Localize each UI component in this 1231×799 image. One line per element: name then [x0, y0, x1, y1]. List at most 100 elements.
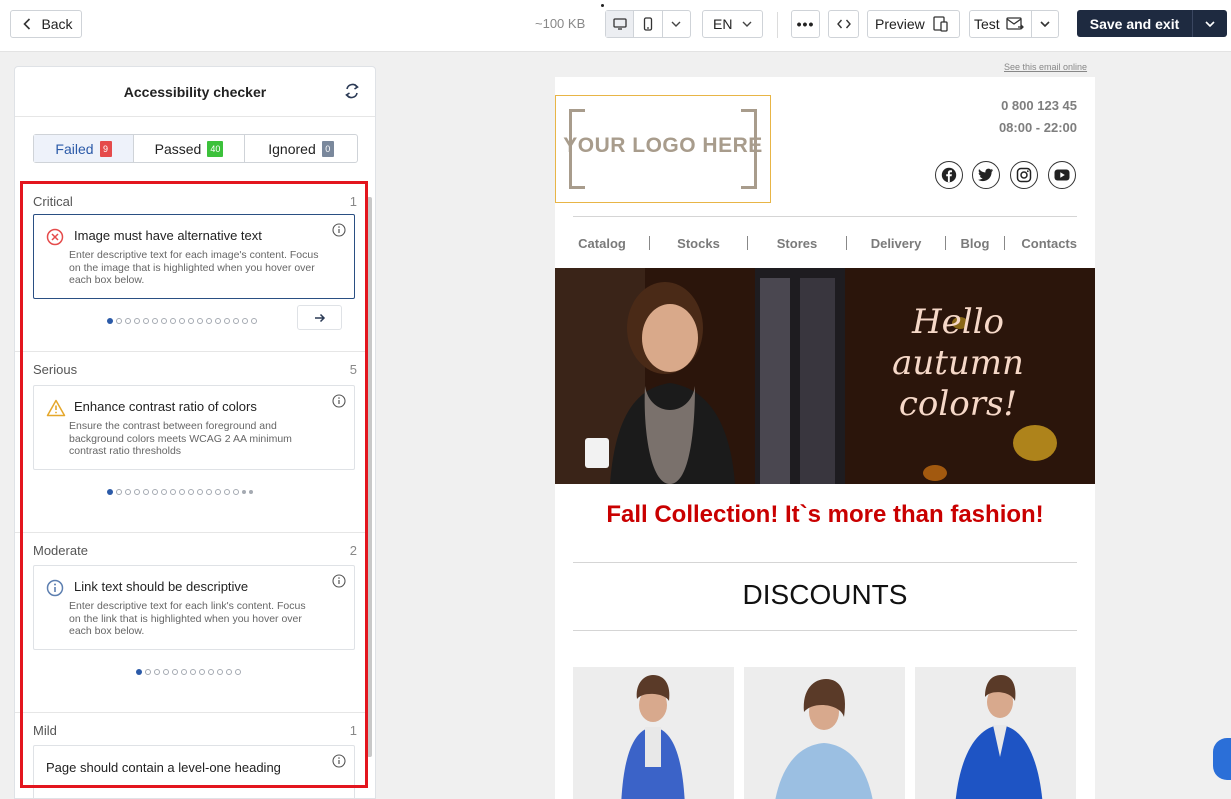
pager-dot[interactable] — [181, 669, 187, 675]
info-icon[interactable] — [332, 223, 346, 242]
issue-card[interactable]: Enhance contrast ratio of colors Ensure … — [33, 385, 355, 470]
pager-dot[interactable] — [125, 318, 131, 324]
pager-dot[interactable] — [152, 318, 158, 324]
pager-dot[interactable] — [170, 318, 176, 324]
pager-dot[interactable] — [235, 669, 241, 675]
save-dropdown-button[interactable] — [1193, 10, 1227, 37]
pager-dot[interactable] — [161, 318, 167, 324]
preview-button[interactable]: Preview — [867, 10, 960, 38]
info-icon[interactable] — [332, 574, 346, 593]
issue-pager[interactable] — [107, 318, 257, 324]
pager-dot[interactable] — [116, 489, 122, 495]
email-nav-menu: Catalog Stocks Stores Delivery Blog Cont… — [573, 233, 1077, 253]
nav-item-delivery[interactable]: Delivery — [847, 236, 945, 251]
pager-dot[interactable] — [197, 489, 203, 495]
info-icon[interactable] — [332, 754, 346, 773]
section-label: Mild — [33, 723, 57, 738]
pager-dot[interactable] — [179, 489, 185, 495]
pager-dot[interactable] — [224, 489, 230, 495]
desktop-view-button[interactable] — [606, 11, 635, 37]
pager-dot[interactable] — [134, 318, 140, 324]
nav-item-blog[interactable]: Blog — [946, 236, 1004, 251]
language-value: EN — [713, 16, 733, 32]
pager-dot[interactable] — [197, 318, 203, 324]
refresh-button[interactable] — [343, 82, 361, 105]
tab-passed[interactable]: Passed 40 — [134, 135, 245, 162]
pager-dot[interactable] — [215, 318, 221, 324]
pager-dot[interactable] — [154, 669, 160, 675]
pager-dot[interactable] — [161, 489, 167, 495]
more-options-button[interactable]: ••• — [791, 10, 820, 38]
logo-placeholder[interactable]: YOUR LOGO HERE — [555, 95, 771, 203]
tab-ignored[interactable]: Ignored 0 — [245, 135, 357, 162]
pager-dot[interactable] — [208, 669, 214, 675]
pager-dot[interactable] — [152, 489, 158, 495]
test-dropdown-button[interactable] — [1032, 11, 1058, 37]
facebook-icon[interactable] — [935, 161, 963, 189]
pager-dot[interactable] — [190, 669, 196, 675]
pager-dot[interactable] — [199, 669, 205, 675]
pager-dot[interactable] — [134, 489, 140, 495]
preview-devices-icon — [933, 16, 948, 32]
instagram-icon[interactable] — [1010, 161, 1038, 189]
status-tabs: Failed 9 Passed 40 Ignored 0 — [33, 134, 358, 163]
nav-item-catalog[interactable]: Catalog — [573, 236, 631, 251]
issue-card[interactable]: Page should contain a level-one heading — [33, 745, 355, 798]
pager-dot[interactable] — [107, 489, 113, 495]
twitter-icon[interactable] — [972, 161, 1000, 189]
save-button-group: Save and exit — [1077, 10, 1227, 37]
pager-dot[interactable] — [224, 318, 230, 324]
product-image[interactable] — [915, 667, 1076, 799]
pager-dot[interactable] — [233, 318, 239, 324]
nav-item-contacts[interactable]: Contacts — [1005, 236, 1077, 251]
issue-card[interactable]: Image must have alternative text Enter d… — [33, 214, 355, 299]
pager-dot[interactable] — [251, 318, 257, 324]
pager-dot[interactable] — [249, 490, 253, 494]
pager-dot[interactable] — [233, 489, 239, 495]
info-icon[interactable] — [332, 394, 346, 413]
pager-dot[interactable] — [242, 318, 248, 324]
pager-dot[interactable] — [125, 489, 131, 495]
pager-dot[interactable] — [217, 669, 223, 675]
view-online-link[interactable]: See this email online — [1004, 62, 1087, 72]
email-preview: YOUR LOGO HERE 0 800 123 45 08:00 - 22:0… — [555, 77, 1095, 799]
test-button[interactable]: Test — [970, 11, 1032, 37]
product-image[interactable] — [744, 667, 905, 799]
pager-dot[interactable] — [179, 318, 185, 324]
pager-dot[interactable] — [143, 489, 149, 495]
code-view-button[interactable] — [828, 10, 859, 38]
tab-failed[interactable]: Failed 9 — [34, 135, 134, 162]
pager-dot[interactable] — [226, 669, 232, 675]
pager-dot[interactable] — [145, 669, 151, 675]
pager-dot[interactable] — [188, 489, 194, 495]
pager-dot[interactable] — [136, 669, 142, 675]
chat-widget-button[interactable] — [1213, 738, 1231, 780]
section-count: 5 — [349, 362, 357, 377]
pager-dot[interactable] — [172, 669, 178, 675]
youtube-icon[interactable] — [1048, 161, 1076, 189]
view-dropdown-button[interactable] — [663, 11, 690, 37]
pager-dot[interactable] — [215, 489, 221, 495]
pager-dot[interactable] — [206, 318, 212, 324]
issue-pager[interactable] — [107, 489, 253, 495]
back-button[interactable]: Back — [10, 10, 82, 38]
save-and-exit-button[interactable]: Save and exit — [1077, 10, 1193, 37]
pager-dot[interactable] — [206, 489, 212, 495]
nav-item-stores[interactable]: Stores — [748, 236, 846, 251]
next-issue-button[interactable] — [297, 305, 342, 330]
pager-dot[interactable] — [170, 489, 176, 495]
issue-card[interactable]: Link text should be descriptive Enter de… — [33, 565, 355, 650]
pager-dot[interactable] — [107, 318, 113, 324]
pager-dot[interactable] — [143, 318, 149, 324]
panel-scrollbar[interactable] — [367, 197, 372, 757]
language-select[interactable]: EN — [702, 10, 763, 38]
pager-dot[interactable] — [116, 318, 122, 324]
product-image[interactable] — [573, 667, 734, 799]
pager-dot[interactable] — [242, 490, 246, 494]
nav-item-stocks[interactable]: Stocks — [650, 236, 747, 251]
issue-pager[interactable] — [136, 669, 241, 675]
hero-banner-image[interactable]: Hello autumn colors! — [555, 268, 1095, 484]
mobile-view-button[interactable] — [634, 11, 663, 37]
pager-dot[interactable] — [188, 318, 194, 324]
pager-dot[interactable] — [163, 669, 169, 675]
